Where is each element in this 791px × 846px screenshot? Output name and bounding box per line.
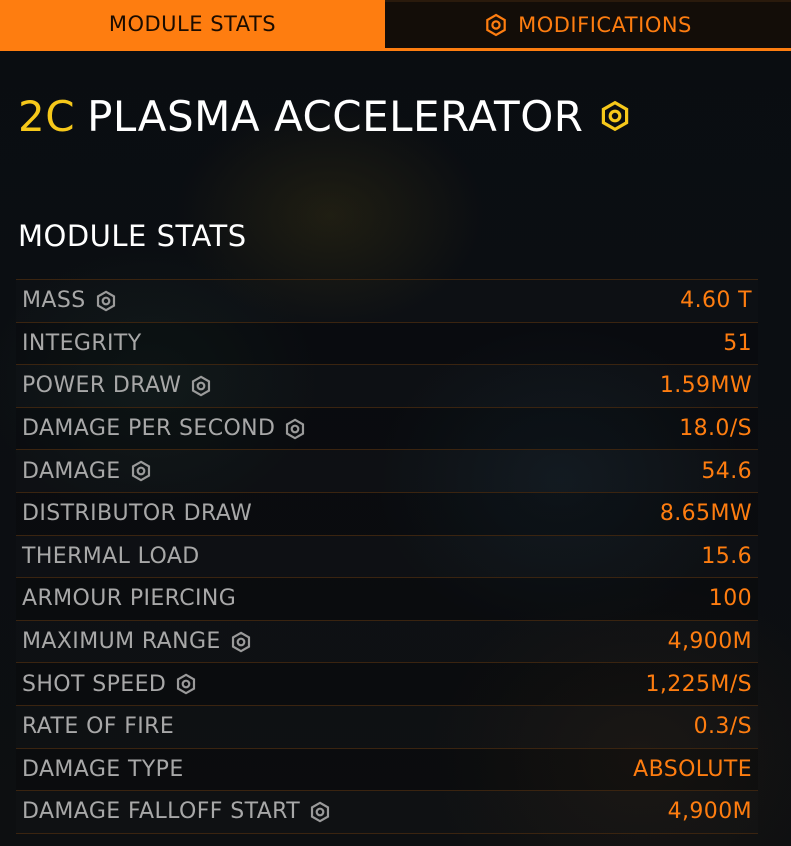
stat-label-text: SHOT SPEED bbox=[22, 671, 167, 697]
stat-value: 4,900M bbox=[667, 799, 752, 825]
tab-modifications[interactable]: MODIFICATIONS bbox=[385, 0, 791, 48]
stat-value: 4.60 T bbox=[680, 288, 752, 314]
stat-label: MASS bbox=[22, 288, 117, 313]
stat-label-text: DISTRIBUTOR DRAW bbox=[22, 501, 253, 527]
stat-label: DAMAGE FALLOFF START bbox=[22, 799, 331, 824]
stat-row[interactable]: MAXIMUM RANGE 4,900M bbox=[16, 621, 758, 664]
stat-label-text: POWER DRAW bbox=[22, 373, 182, 399]
stat-row[interactable]: DISTRIBUTOR DRAW 8.65MW bbox=[16, 492, 758, 536]
stat-value: 8.65MW bbox=[659, 501, 752, 527]
stat-label-text: MAXIMUM RANGE bbox=[22, 629, 221, 655]
tab-module-stats[interactable]: MODULE STATS bbox=[0, 0, 385, 48]
stat-value: 1.59MW bbox=[659, 373, 752, 399]
stat-row[interactable]: THERMAL LOAD 15.6 bbox=[16, 536, 758, 579]
stat-label: RATE OF FIRE bbox=[22, 714, 174, 739]
stat-label: DAMAGE bbox=[22, 459, 152, 484]
stat-label-text: DAMAGE FALLOFF START bbox=[22, 799, 301, 825]
engineering-hex-icon bbox=[286, 418, 305, 440]
stats-table: MASS 4.60 T INTEGRITY 51 POWER DRAW 1.59MW DAM… bbox=[16, 279, 758, 834]
engineering-hex-icon bbox=[311, 801, 330, 823]
stat-label: DAMAGE PER SECOND bbox=[22, 416, 306, 441]
tab-underline bbox=[0, 48, 791, 51]
module-grade: 2C bbox=[18, 91, 76, 141]
stat-label-text: RATE OF FIRE bbox=[22, 714, 175, 740]
tab-modifications-label: MODIFICATIONS bbox=[518, 13, 692, 37]
engineering-hex-icon bbox=[131, 460, 150, 482]
stat-label-text: ARMOUR PIERCING bbox=[22, 586, 237, 612]
tab-bar: MODULE STATS MODIFICATIONS bbox=[0, 0, 791, 51]
stat-label: DISTRIBUTOR DRAW bbox=[22, 501, 252, 526]
stat-label: INTEGRITY bbox=[22, 331, 142, 356]
stat-label-text: MASS bbox=[22, 288, 86, 314]
stat-row[interactable]: DAMAGE FALLOFF START 4,900M bbox=[16, 791, 758, 834]
stat-value: 15.6 bbox=[701, 543, 752, 569]
stat-row[interactable]: DAMAGE TYPE ABSOLUTE bbox=[16, 748, 758, 792]
engineering-hex-icon bbox=[231, 631, 250, 652]
stat-row[interactable]: RATE OF FIRE 0.3/S bbox=[16, 706, 758, 749]
module-name: PLASMA ACCELERATOR bbox=[87, 91, 584, 141]
stat-value: 0.3/S bbox=[693, 714, 752, 740]
engineering-hex-icon bbox=[96, 290, 115, 312]
stat-row[interactable]: DAMAGE 54.6 bbox=[16, 450, 758, 493]
stat-value: 54.6 bbox=[701, 458, 752, 484]
stat-row[interactable]: MASS 4.60 T bbox=[16, 280, 758, 323]
section-heading: MODULE STATS bbox=[18, 219, 247, 253]
module-title: 2C PLASMA ACCELERATOR bbox=[18, 88, 631, 144]
stat-value: 1,225M/S bbox=[645, 671, 752, 697]
stat-row[interactable]: POWER DRAW 1.59MW bbox=[16, 365, 758, 408]
stat-value: 51 bbox=[723, 330, 752, 356]
engineering-hex-icon bbox=[486, 13, 506, 37]
stat-label: DAMAGE TYPE bbox=[22, 757, 184, 782]
stat-label-text: DAMAGE TYPE bbox=[22, 756, 184, 782]
stat-label-text: THERMAL LOAD bbox=[22, 543, 200, 569]
stat-label: MAXIMUM RANGE bbox=[22, 629, 252, 654]
engineering-hex-icon bbox=[602, 100, 629, 132]
tab-module-stats-label: MODULE STATS bbox=[108, 12, 277, 36]
stat-label: SHOT SPEED bbox=[22, 672, 197, 697]
stat-value: ABSOLUTE bbox=[633, 756, 752, 782]
stat-label-text: INTEGRITY bbox=[22, 330, 142, 356]
module-stats-panel: MODULE STATS MODIFICATIONS 2C PLASMA ACC… bbox=[0, 0, 791, 846]
stat-label-text: DAMAGE bbox=[22, 458, 121, 484]
stat-label: POWER DRAW bbox=[22, 373, 212, 398]
stat-row[interactable]: ARMOUR PIERCING 100 bbox=[16, 578, 758, 621]
stat-label: ARMOUR PIERCING bbox=[22, 586, 236, 611]
stat-row[interactable]: DAMAGE PER SECOND 18.0/S bbox=[16, 407, 758, 451]
stat-row[interactable]: INTEGRITY 51 bbox=[16, 322, 758, 366]
engineering-hex-icon bbox=[192, 375, 211, 397]
engineering-hex-icon bbox=[177, 673, 196, 695]
stat-value: 18.0/S bbox=[679, 416, 752, 442]
stat-row[interactable]: SHOT SPEED 1,225M/S bbox=[16, 663, 758, 706]
stat-value: 4,900M bbox=[667, 629, 752, 655]
stat-label-text: DAMAGE PER SECOND bbox=[22, 416, 276, 442]
stat-label: THERMAL LOAD bbox=[22, 544, 200, 569]
stat-value: 100 bbox=[708, 586, 752, 612]
